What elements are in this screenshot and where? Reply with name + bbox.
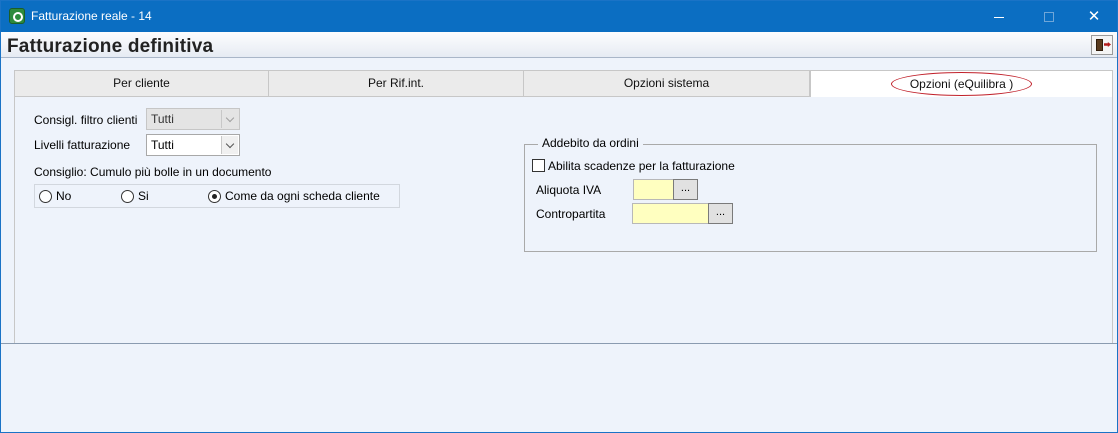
tab-strip: Per cliente Per Rif.int. Opzioni sistema… bbox=[14, 70, 1113, 98]
radio-label: No bbox=[56, 189, 72, 203]
tab-label: Per cliente bbox=[113, 76, 170, 90]
cumulo-label: Consiglio: Cumulo più bolle in un docume… bbox=[34, 165, 272, 179]
livelli-fatturazione-select[interactable]: Tutti bbox=[146, 134, 240, 156]
maximize-button[interactable] bbox=[1026, 1, 1072, 32]
addebito-legend: Addebito da ordini bbox=[538, 136, 643, 150]
tab-opzioni-sistema[interactable]: Opzioni sistema bbox=[523, 70, 810, 97]
footer-area bbox=[1, 344, 1117, 432]
exit-button[interactable] bbox=[1091, 35, 1113, 55]
aliquota-iva-label: Aliquota IVA bbox=[536, 183, 602, 197]
abilita-scadenze-checkbox[interactable] bbox=[532, 159, 545, 172]
radio-icon[interactable] bbox=[121, 190, 134, 203]
tab-per-rif-int[interactable]: Per Rif.int. bbox=[268, 70, 524, 97]
minimize-icon bbox=[994, 16, 1004, 18]
header-bar: Fatturazione definitiva bbox=[1, 32, 1117, 58]
filtro-clienti-label: Consigl. filtro clienti bbox=[34, 113, 138, 127]
exit-door-icon bbox=[1096, 39, 1103, 51]
page-title: Fatturazione definitiva bbox=[7, 36, 214, 57]
minimize-button[interactable] bbox=[976, 1, 1022, 32]
radio-label: Come da ogni scheda cliente bbox=[225, 189, 380, 203]
window-title: Fatturazione reale - 14 bbox=[31, 9, 152, 23]
title-bar[interactable]: Fatturazione reale - 14 ✕ bbox=[1, 1, 1117, 32]
tab-label: Opzioni sistema bbox=[623, 76, 710, 90]
contropartita-label: Contropartita bbox=[536, 207, 606, 221]
contropartita-field[interactable] bbox=[632, 203, 709, 224]
tab-label-highlighted: Opzioni (eQuilibra ) bbox=[890, 72, 1033, 96]
app-icon bbox=[9, 8, 25, 24]
livelli-fatturazione-label: Livelli fatturazione bbox=[34, 138, 131, 152]
tab-per-cliente[interactable]: Per cliente bbox=[14, 70, 269, 97]
chevron-down-icon[interactable] bbox=[221, 136, 238, 154]
tab-opzioni-equilibra[interactable]: Opzioni (eQuilibra ) bbox=[810, 70, 1113, 98]
radio-label: Si bbox=[138, 189, 149, 203]
aliquota-iva-field[interactable] bbox=[633, 179, 674, 200]
contropartita-lookup-button[interactable]: ... bbox=[708, 203, 733, 224]
filtro-clienti-select: Tutti bbox=[146, 108, 240, 130]
chevron-down-icon bbox=[221, 110, 238, 128]
aliquota-iva-lookup-button[interactable]: ... bbox=[673, 179, 698, 200]
close-button[interactable]: ✕ bbox=[1071, 1, 1117, 32]
abilita-scadenze-label: Abilita scadenze per la fatturazione bbox=[548, 159, 735, 173]
close-icon: ✕ bbox=[1087, 8, 1101, 25]
radio-icon[interactable] bbox=[39, 190, 52, 203]
radio-checked-icon[interactable] bbox=[208, 190, 221, 203]
maximize-icon bbox=[1044, 12, 1054, 23]
livelli-fatturazione-value: Tutti bbox=[151, 138, 174, 152]
tab-label: Per Rif.int. bbox=[367, 76, 424, 90]
app-window: Fatturazione reale - 14 ✕ Fatturazione d… bbox=[0, 0, 1118, 433]
filtro-clienti-value: Tutti bbox=[151, 112, 174, 126]
exit-arrow-icon bbox=[1104, 42, 1111, 47]
cumulo-radio-group: No Si Come da ogni scheda cliente bbox=[34, 184, 400, 208]
